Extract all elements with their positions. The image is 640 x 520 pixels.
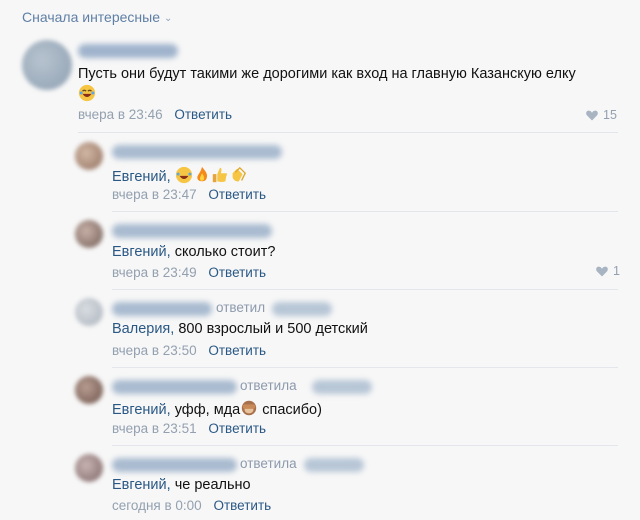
reply-button[interactable]: Ответить xyxy=(208,343,266,358)
avatar[interactable] xyxy=(75,298,103,326)
reply-target-name[interactable] xyxy=(272,302,332,316)
comment-meta: вчера в 23:49 Ответить xyxy=(112,265,266,280)
avatar[interactable] xyxy=(75,376,103,404)
sort-dropdown[interactable]: Сначала интересные ⌄ xyxy=(22,9,172,25)
comment-text: Пусть они будут такими же дорогими как в… xyxy=(78,66,576,82)
reply-button[interactable]: Ответить xyxy=(208,265,266,280)
laughing-crying-emoji-icon xyxy=(78,84,96,102)
like-button[interactable]: 15 xyxy=(585,108,617,122)
comment-text: Валерия, 800 взрослый и 500 детский xyxy=(112,321,368,337)
sort-label: Сначала интересные xyxy=(22,9,160,25)
comment-text: Евгений, xyxy=(112,166,247,185)
reply-button[interactable]: Ответить xyxy=(213,498,271,513)
comment-meta: вчера в 23:47 Ответить xyxy=(112,187,266,202)
comment-text: Евгений, уфф, мда спасибо) xyxy=(112,399,322,418)
like-button[interactable]: 1 xyxy=(595,264,620,278)
thumbs-up-icon xyxy=(211,166,229,184)
replied-label: ответила xyxy=(240,456,297,471)
comment-meta: вчера в 23:50 Ответить xyxy=(112,343,266,358)
comment-time[interactable]: вчера в 23:51 xyxy=(112,421,197,436)
comment-meta: вчера в 23:46 Ответить xyxy=(78,107,232,122)
reply-button[interactable]: Ответить xyxy=(174,107,232,122)
comment-time[interactable]: вчера в 23:47 xyxy=(112,187,197,202)
reply-button[interactable]: Ответить xyxy=(208,187,266,202)
comment-meta: сегодня в 0:00 Ответить xyxy=(112,498,271,513)
reply-target-name[interactable] xyxy=(312,380,372,394)
comment-time[interactable]: сегодня в 0:00 xyxy=(112,498,202,513)
replied-label: ответила xyxy=(240,378,297,393)
author-name[interactable] xyxy=(112,380,237,394)
author-name[interactable] xyxy=(112,302,212,316)
laughing-emoji-icon xyxy=(175,166,193,184)
divider xyxy=(112,367,618,368)
divider xyxy=(78,132,618,133)
clapping-hands-icon xyxy=(229,166,247,184)
author-name[interactable] xyxy=(112,224,272,238)
replied-label: ответил xyxy=(216,300,266,315)
comment-time[interactable]: вчера в 23:49 xyxy=(112,265,197,280)
fire-icon xyxy=(193,166,211,184)
comment-text: Евгений, че реально xyxy=(112,477,251,493)
avatar[interactable] xyxy=(75,142,103,170)
comment-time[interactable]: вчера в 23:50 xyxy=(112,343,197,358)
author-name[interactable] xyxy=(78,44,178,58)
divider xyxy=(112,289,618,290)
like-count: 1 xyxy=(613,264,620,278)
divider xyxy=(112,445,618,446)
comment-body: сколько стоит? xyxy=(174,244,276,260)
divider xyxy=(112,211,618,212)
comment-body-a: уфф, мда xyxy=(174,402,241,418)
comment-text: Евгений, сколько стоит? xyxy=(112,244,275,260)
comment-time[interactable]: вчера в 23:46 xyxy=(78,107,163,122)
mention-link[interactable]: Евгений, xyxy=(112,244,171,260)
avatar[interactable] xyxy=(22,40,72,90)
heart-icon xyxy=(596,266,608,277)
avatar[interactable] xyxy=(75,220,103,248)
chevron-down-icon: ⌄ xyxy=(164,12,173,24)
avatar[interactable] xyxy=(75,454,103,482)
mention-link[interactable]: Евгений, xyxy=(112,402,171,418)
reply-button[interactable]: Ответить xyxy=(208,421,266,436)
author-name[interactable] xyxy=(112,458,237,472)
mention-link[interactable]: Евгений, xyxy=(112,477,171,493)
see-no-evil-monkey-icon xyxy=(240,399,258,417)
mention-link[interactable]: Валерия, xyxy=(112,321,174,337)
comment-meta: вчера в 23:51 Ответить xyxy=(112,421,266,436)
heart-icon xyxy=(586,110,598,121)
author-name[interactable] xyxy=(112,145,282,159)
like-count: 15 xyxy=(603,108,617,122)
mention-link[interactable]: Евгений, xyxy=(112,169,171,185)
comment-body: че реально xyxy=(174,477,251,493)
reply-target-name[interactable] xyxy=(304,458,364,472)
comment-body-b: спасибо) xyxy=(262,402,322,418)
comment-body: 800 взрослый и 500 детский xyxy=(178,321,368,337)
